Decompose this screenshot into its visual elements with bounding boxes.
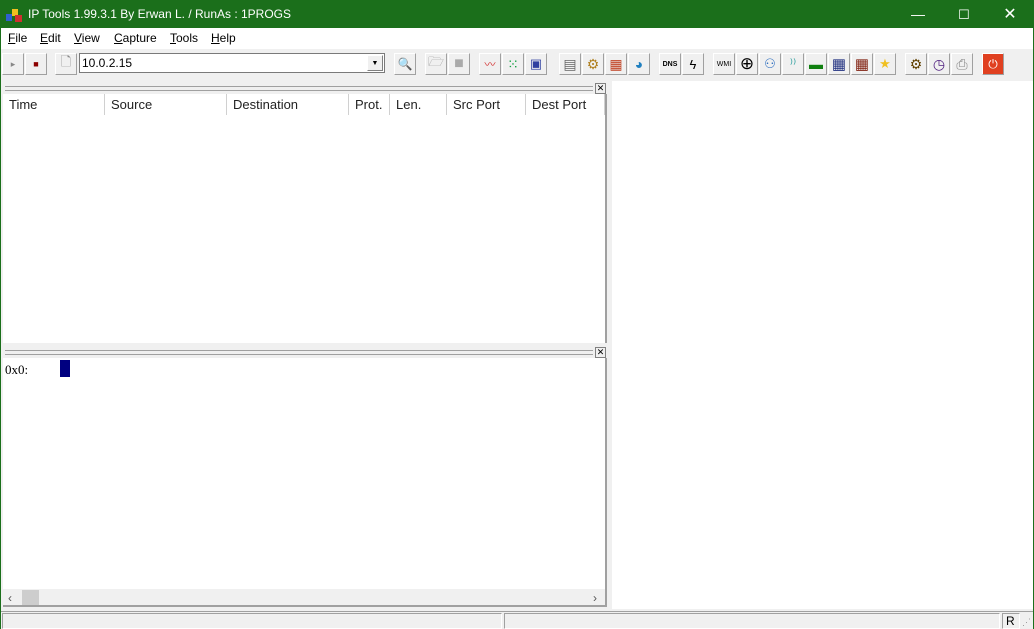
globe-icon: ◕ bbox=[634, 56, 644, 72]
computers-icon: ▣ bbox=[529, 56, 543, 71]
ip-address-input[interactable] bbox=[82, 55, 362, 71]
magnifier-icon: 🔍 bbox=[397, 57, 413, 71]
user-network-icon: ⚇ bbox=[764, 56, 776, 71]
toolbar: ▸ ■ 🗋 ▼ 🔍 🗁 ■ 〰 ⁙ ▣ ▤ ⚙ ▦ ◕ DNS ϟ WMI ⊕ … bbox=[1, 48, 1033, 79]
document-icon: 🗋 bbox=[60, 54, 72, 69]
horizontal-scrollbar[interactable]: ‹ › bbox=[3, 589, 607, 607]
minimize-button[interactable]: — bbox=[895, 1, 941, 28]
resize-grip-icon[interactable]: ⋰ bbox=[1022, 617, 1031, 628]
print-button[interactable]: ⎙ bbox=[951, 53, 973, 75]
table-blue-icon: ▦ bbox=[831, 56, 847, 73]
scheduler-button[interactable]: ◷ bbox=[928, 53, 950, 75]
table-red-button[interactable]: ▦ bbox=[851, 53, 873, 75]
column-header-src-port[interactable]: Src Port bbox=[447, 94, 526, 115]
menu-edit[interactable]: Edit bbox=[40, 31, 61, 45]
graph-button[interactable]: 〰 bbox=[479, 53, 501, 75]
folder-icon: 🗁 bbox=[427, 54, 445, 69]
network-card-icon: ▬ bbox=[809, 56, 823, 72]
remote-button[interactable]: ▣ bbox=[525, 53, 547, 75]
servers-button[interactable]: ▤ bbox=[559, 53, 581, 75]
gears-icon: ⚙ bbox=[586, 55, 600, 72]
dns-icon: DNS bbox=[662, 60, 678, 68]
status-bar: R ⋰ bbox=[1, 611, 1033, 629]
column-header-dest-port[interactable]: Dest Port bbox=[526, 94, 605, 115]
stop-icon: ■ bbox=[33, 59, 39, 69]
hex-view[interactable]: 0x0: bbox=[3, 358, 607, 590]
column-header-length[interactable]: Len. bbox=[390, 94, 447, 115]
play-icon: ▸ bbox=[10, 58, 16, 69]
ping-button[interactable]: ⁾⁾ bbox=[782, 53, 804, 75]
app-window: IP Tools 1.99.3.1 By Erwan L. / RunAs : … bbox=[0, 0, 1034, 629]
blank-button[interactable]: ■ bbox=[448, 53, 470, 75]
power-button[interactable]: ⏻ bbox=[982, 53, 1004, 75]
scroll-right-icon[interactable]: › bbox=[593, 591, 597, 605]
wmi-icon: WMI bbox=[716, 60, 732, 68]
wmi-button[interactable]: WMI bbox=[713, 53, 735, 75]
gray-square-icon: ■ bbox=[454, 55, 464, 72]
scanner-button[interactable]: ⊕ bbox=[736, 53, 758, 75]
menu-bar: File Edit View Capture Tools Help bbox=[1, 28, 1033, 48]
maximize-button[interactable]: ☐ bbox=[941, 1, 987, 28]
process-button[interactable]: ⚙ bbox=[905, 53, 927, 75]
table-blue-button[interactable]: ▦ bbox=[828, 53, 850, 75]
scroll-left-icon[interactable]: ‹ bbox=[8, 591, 12, 605]
new-button[interactable]: 🗋 bbox=[55, 53, 77, 75]
internet-button[interactable]: ◕ bbox=[628, 53, 650, 75]
trace-icon: ϟ bbox=[689, 56, 697, 72]
left-pane: ✕ Time Source Destination Prot. Len. Src… bbox=[3, 81, 607, 609]
star-icon: ★ bbox=[879, 56, 891, 71]
close-button[interactable]: ✕ bbox=[987, 1, 1033, 28]
close-hex-view-icon[interactable]: ✕ bbox=[595, 347, 606, 358]
right-pane bbox=[612, 81, 1033, 609]
status-panel-2 bbox=[504, 613, 1000, 629]
line-graph-icon: 〰 bbox=[484, 59, 496, 71]
menu-tools[interactable]: Tools bbox=[170, 31, 198, 45]
process-icon: ⚙ bbox=[909, 55, 923, 72]
window-title: IP Tools 1.99.3.1 By Erwan L. / RunAs : … bbox=[28, 7, 292, 21]
menu-view[interactable]: View bbox=[74, 31, 100, 45]
network-nodes-icon: ⁙ bbox=[507, 55, 519, 72]
column-header-source[interactable]: Source bbox=[105, 94, 227, 115]
search-button[interactable]: 🔍 bbox=[394, 53, 416, 75]
menu-help[interactable]: Help bbox=[211, 31, 236, 45]
status-panel-3: R bbox=[1002, 613, 1020, 629]
scrollbar-thumb[interactable] bbox=[22, 590, 39, 605]
menu-capture[interactable]: Capture bbox=[114, 31, 157, 45]
app-icon bbox=[6, 9, 22, 22]
network-map-button[interactable]: ⁙ bbox=[502, 53, 524, 75]
servers-icon: ▤ bbox=[563, 55, 577, 72]
clock-icon: ◷ bbox=[932, 55, 946, 72]
packet-list[interactable]: Time Source Destination Prot. Len. Src P… bbox=[3, 94, 607, 343]
signal-icon: ⁾⁾ bbox=[789, 56, 797, 71]
menu-file[interactable]: File bbox=[8, 31, 27, 45]
firewall-button[interactable]: ▦ bbox=[605, 53, 627, 75]
packet-list-grip[interactable] bbox=[5, 86, 593, 91]
column-header-destination[interactable]: Destination bbox=[227, 94, 349, 115]
table-red-icon: ▦ bbox=[854, 56, 870, 73]
hex-view-grip[interactable] bbox=[5, 350, 593, 355]
services-button[interactable]: ⚙ bbox=[582, 53, 604, 75]
open-button[interactable]: 🗁 bbox=[425, 53, 447, 75]
close-packet-list-icon[interactable]: ✕ bbox=[595, 83, 606, 94]
chevron-down-icon[interactable]: ▼ bbox=[367, 55, 383, 71]
users-button[interactable]: ⚇ bbox=[759, 53, 781, 75]
title-bar: IP Tools 1.99.3.1 By Erwan L. / RunAs : … bbox=[1, 1, 1033, 28]
dns-button[interactable]: DNS bbox=[659, 53, 681, 75]
trace-button[interactable]: ϟ bbox=[682, 53, 704, 75]
status-panel-1 bbox=[2, 613, 502, 629]
power-icon: ⏻ bbox=[988, 56, 998, 71]
hex-address: 0x0: bbox=[5, 362, 29, 377]
favorites-button[interactable]: ★ bbox=[874, 53, 896, 75]
column-header-time[interactable]: Time bbox=[3, 94, 105, 115]
hex-cursor bbox=[60, 360, 70, 377]
column-header-protocol[interactable]: Prot. bbox=[349, 94, 390, 115]
firewall-icon: ▦ bbox=[609, 55, 623, 72]
start-capture-button[interactable]: ▸ bbox=[2, 53, 24, 75]
printer-icon: ⎙ bbox=[956, 55, 968, 72]
stop-capture-button[interactable]: ■ bbox=[25, 53, 47, 75]
crosshair-icon: ⊕ bbox=[739, 54, 755, 73]
ip-address-combobox[interactable]: ▼ bbox=[79, 53, 385, 73]
nic-button[interactable]: ▬ bbox=[805, 53, 827, 75]
